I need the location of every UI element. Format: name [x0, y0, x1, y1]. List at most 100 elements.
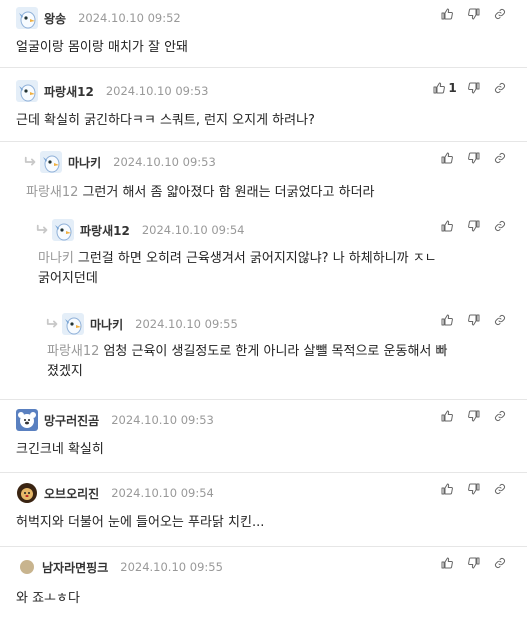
thumbs-down-icon	[468, 314, 480, 326]
comment-actions	[433, 557, 513, 569]
dislike-button[interactable]	[461, 82, 487, 94]
nickname[interactable]: 오브오리진	[44, 485, 99, 502]
link-icon	[494, 152, 506, 164]
timestamp: 2024.10.10 09:54	[141, 223, 245, 237]
timestamp: 2024.10.10 09:53	[105, 84, 209, 98]
comment-header: 파랑새12 2024.10.10 09:53	[16, 81, 208, 101]
nickname[interactable]: 마나키	[90, 316, 123, 333]
share-button[interactable]	[487, 8, 513, 20]
like-count: 1	[448, 81, 457, 95]
timestamp: 2024.10.10 09:55	[120, 560, 223, 574]
share-button[interactable]	[487, 410, 513, 422]
share-button[interactable]	[487, 314, 513, 326]
link-icon	[494, 557, 506, 569]
share-button[interactable]	[487, 557, 513, 569]
like-button[interactable]: 1	[429, 81, 461, 95]
thumbs-up-icon	[441, 220, 453, 232]
thumbs-up-icon	[441, 410, 453, 422]
comment-actions	[433, 410, 513, 422]
timestamp: 2024.10.10 09:52	[78, 11, 181, 25]
thumbs-down-icon	[468, 152, 480, 164]
nickname[interactable]: 왕송	[44, 10, 66, 27]
thumbs-up-icon	[441, 557, 453, 569]
comment-text: 허벅지와 더불어 눈에 들어오는 푸라닭 치킨...	[16, 515, 265, 530]
thumbs-up-icon	[441, 8, 453, 20]
like-button[interactable]	[433, 314, 461, 326]
comment-actions	[433, 8, 513, 20]
comment-item: 남자라면핑크 2024.10.10 09:55 와 죠ㅗㅎ다	[0, 547, 527, 617]
reply-item: 파랑새12 2024.10.10 09:54 마나키 그런걸 하면 오히려 근육생…	[0, 212, 527, 308]
like-button[interactable]	[433, 410, 461, 422]
comment-text-line: 그런걸 하면 오히려 근육생겨서 굵어지지않냐? 나 하체하니까 ㅈㄴ	[77, 251, 437, 266]
comment-text-line: 엄청 근육이 생길정도로 한게 아니라 살뺄 목적으로 운동해서 빠	[103, 344, 448, 359]
dislike-button[interactable]	[461, 220, 487, 232]
mention[interactable]: 마나키	[38, 251, 74, 266]
comment-item: 파랑새12 2024.10.10 09:53 근데 확실히 굵긴하다ㅋㅋ 스쿼트…	[0, 68, 527, 142]
reply-arrow-icon	[24, 156, 38, 168]
comment-header: 남자라면핑크 2024.10.10 09:55	[16, 557, 223, 577]
comment-header: 마나키 2024.10.10 09:55	[46, 314, 238, 334]
nickname[interactable]: 남자라면핑크	[42, 559, 108, 576]
comment-actions	[433, 220, 513, 232]
comment-text-line: 굵어지던데	[38, 271, 98, 286]
comment-text-line: 졌겠지	[47, 364, 83, 379]
link-icon	[494, 220, 506, 232]
link-icon	[494, 410, 506, 422]
reply-arrow-icon	[46, 318, 60, 330]
mention[interactable]: 파랑새12	[47, 344, 99, 359]
share-button[interactable]	[487, 220, 513, 232]
nickname[interactable]: 마나키	[68, 154, 101, 171]
like-button[interactable]	[433, 220, 461, 232]
thumbs-down-icon	[468, 220, 480, 232]
mention[interactable]: 파랑새12	[26, 185, 78, 200]
share-button[interactable]	[487, 483, 513, 495]
dislike-button[interactable]	[461, 483, 487, 495]
nickname[interactable]: 망구러진곰	[44, 412, 99, 429]
thumbs-up-icon	[441, 314, 453, 326]
comment-header: 파랑새12 2024.10.10 09:54	[36, 220, 244, 240]
timestamp: 2024.10.10 09:53	[113, 155, 216, 169]
dislike-button[interactable]	[461, 557, 487, 569]
avatar[interactable]	[16, 409, 38, 431]
comment-text: 파랑새12 그런거 해서 좀 얇아졌다 함 원래는 더굵었다고 하더라	[26, 183, 374, 203]
like-button[interactable]	[433, 483, 461, 495]
comment-item: 망구러진곰 2024.10.10 09:53 크긴크네 확실히	[0, 400, 527, 473]
like-button[interactable]	[433, 557, 461, 569]
thumbs-down-icon	[468, 8, 480, 20]
comment-actions	[433, 483, 513, 495]
thumbs-down-icon	[468, 557, 480, 569]
nickname[interactable]: 파랑새12	[80, 222, 130, 239]
share-button[interactable]	[487, 152, 513, 164]
comment-text: 마나키 그런걸 하면 오히려 근육생겨서 굵어지지않냐? 나 하체하니까 ㅈㄴ 굵…	[38, 249, 508, 289]
avatar[interactable]	[16, 7, 38, 29]
share-button[interactable]	[487, 82, 513, 94]
like-button[interactable]	[433, 8, 461, 20]
avatar[interactable]	[40, 151, 62, 173]
avatar[interactable]	[16, 482, 38, 504]
avatar[interactable]	[62, 313, 84, 335]
dislike-button[interactable]	[461, 8, 487, 20]
like-button[interactable]	[433, 152, 461, 164]
comment-actions	[433, 314, 513, 326]
dislike-button[interactable]	[461, 314, 487, 326]
comment-item: 왕송 2024.10.10 09:52 얼굴이랑 몸이랑 매치가 잘 안돼	[0, 0, 527, 68]
thumbs-up-icon	[433, 82, 445, 94]
thumbs-down-icon	[468, 483, 480, 495]
avatar[interactable]	[52, 219, 74, 241]
comment-header: 망구러진곰 2024.10.10 09:53	[16, 410, 214, 430]
comment-text: 와 죠ㅗㅎ다	[16, 591, 80, 606]
comment-header: 오브오리진 2024.10.10 09:54	[16, 483, 214, 503]
timestamp: 2024.10.10 09:55	[135, 317, 238, 331]
timestamp: 2024.10.10 09:54	[111, 486, 214, 500]
avatar[interactable]	[16, 80, 38, 102]
comment-header: 왕송 2024.10.10 09:52	[16, 8, 181, 28]
dislike-button[interactable]	[461, 152, 487, 164]
avatar[interactable]	[20, 560, 34, 574]
comment-text: 파랑새12 엄청 근육이 생길정도로 한게 아니라 살뺄 목적으로 운동해서 빠 …	[47, 342, 517, 382]
dislike-button[interactable]	[461, 410, 487, 422]
thumbs-down-icon	[468, 410, 480, 422]
reply-item: 마나키 2024.10.10 09:55 파랑새12 엄청 근육이 생길정도로 한…	[0, 308, 527, 400]
link-icon	[494, 8, 506, 20]
nickname[interactable]: 파랑새12	[44, 83, 94, 100]
reply-arrow-icon	[36, 224, 50, 236]
